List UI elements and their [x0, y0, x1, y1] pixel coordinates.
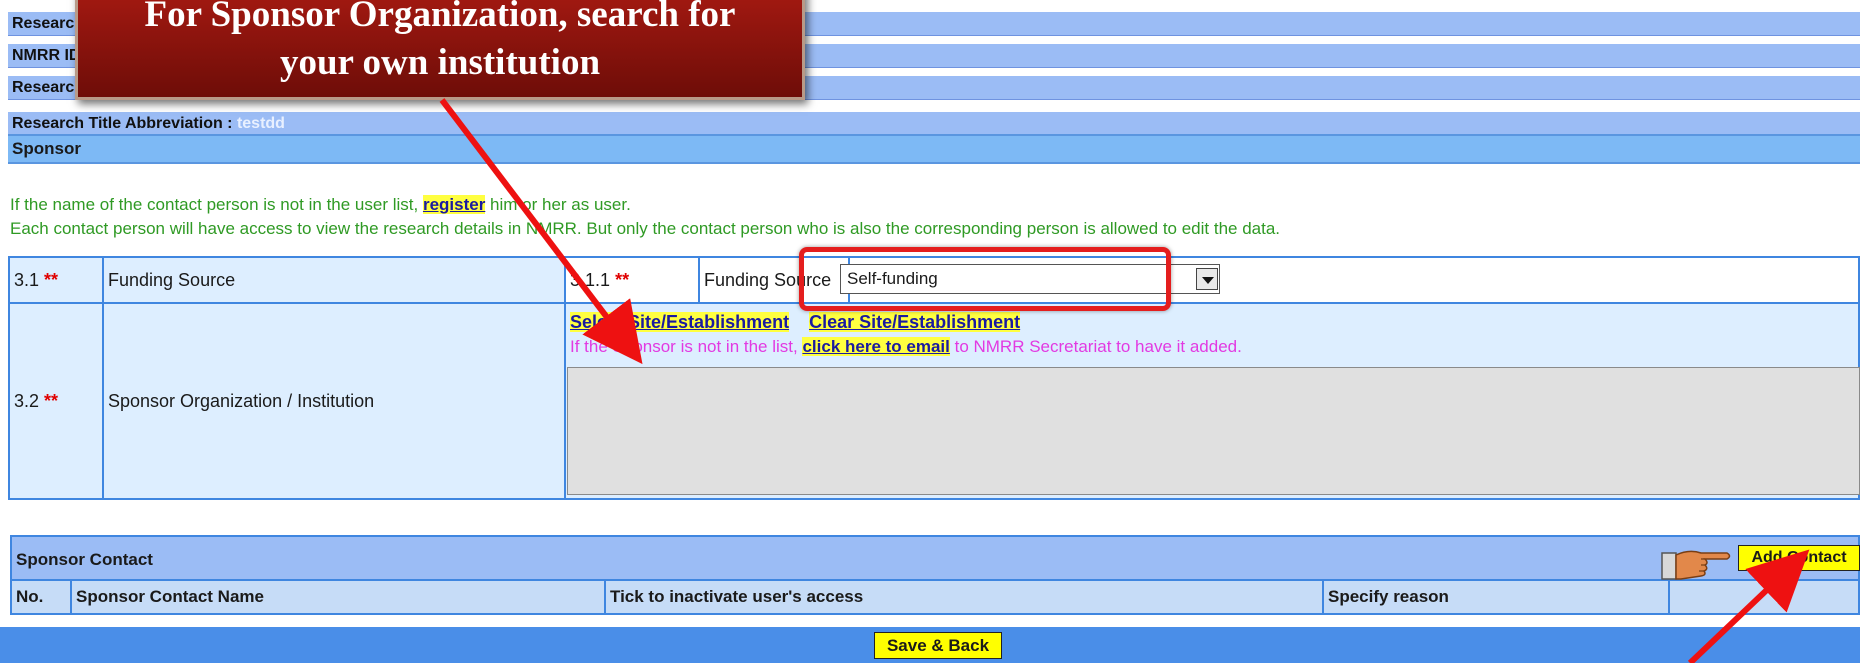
header-row-label: Researc — [12, 79, 75, 96]
sponsor-org-label: Sponsor Organization / Institution — [108, 390, 375, 411]
column-header-no: No. — [12, 581, 72, 613]
sponsor-org-number-cell: 3.2 ** — [8, 302, 104, 500]
sponsor-note-before: If the Sponsor is not in the list, — [570, 337, 803, 356]
sponsor-contact-table: Sponsor Contact No. Sponsor Contact Name… — [10, 535, 1860, 615]
funding-label: Funding Source — [108, 269, 236, 290]
callout-line2: your own institution — [279, 42, 601, 83]
info-line1-after: him or her as user. — [485, 195, 631, 214]
header-row-title-abbreviation: Research Title Abbreviation : testdd — [8, 110, 1860, 136]
title-abbreviation-value: testdd — [236, 115, 285, 132]
funding-subnum-cell: 3.1.1 ** — [564, 256, 700, 304]
column-header-inactivate: Tick to inactivate user's access — [606, 581, 1324, 613]
required-marker: ** — [44, 269, 59, 290]
register-link[interactable]: register — [422, 195, 486, 214]
callout-line1: For Sponsor Organization, search for — [144, 0, 736, 35]
clear-site-link[interactable]: Clear Site/Establishment — [809, 312, 1021, 332]
header-row-label: Researc — [12, 15, 75, 32]
sponsor-contact-columns: No. Sponsor Contact Name Tick to inactiv… — [10, 581, 1860, 615]
sponsor-org-textarea[interactable] — [567, 367, 1860, 495]
info-line2: Each contact person will have access to … — [10, 219, 1281, 238]
funding-label-cell: Funding Source — [102, 256, 566, 304]
select-site-link[interactable]: Select Site/Establishment — [570, 312, 790, 332]
sponsor-note-after: to NMRR Secretariat to have it added. — [949, 337, 1242, 356]
header-row-label: Research Title Abbreviation : — [12, 115, 237, 132]
email-link[interactable]: click here to email — [802, 337, 950, 356]
add-contact-button[interactable]: Add Contact — [1738, 545, 1860, 571]
annotation-callout: For Sponsor Organization, search for you… — [75, 0, 805, 100]
sponsor-contact-title: Sponsor Contact — [16, 550, 153, 569]
save-back-button[interactable]: Save & Back — [874, 632, 1002, 659]
sponsor-org-number: 3.2 — [14, 390, 40, 411]
sponsor-org-label-cell: Sponsor Organization / Institution — [102, 302, 566, 500]
pointing-hand-icon — [1661, 550, 1731, 580]
sponsor-contact-header: Sponsor Contact — [10, 535, 1860, 581]
contact-info-text: If the name of the contact person is not… — [10, 193, 1280, 241]
header-row-label: NMRR ID — [12, 47, 81, 64]
chevron-down-icon[interactable] — [1196, 268, 1218, 290]
section-title-sponsor: Sponsor — [8, 134, 1860, 164]
funding-number: 3.1 — [14, 269, 40, 290]
column-header-reason: Specify reason — [1324, 581, 1670, 613]
funding-highlight-box — [799, 247, 1171, 311]
funding-subnumber: 3.1.1 — [570, 269, 611, 290]
required-marker: ** — [615, 269, 630, 290]
info-line1-before: If the name of the contact person is not… — [10, 195, 423, 214]
required-marker: ** — [44, 390, 59, 411]
funding-number-cell: 3.1 ** — [8, 256, 104, 304]
column-header-contact-name: Sponsor Contact Name — [72, 581, 606, 613]
